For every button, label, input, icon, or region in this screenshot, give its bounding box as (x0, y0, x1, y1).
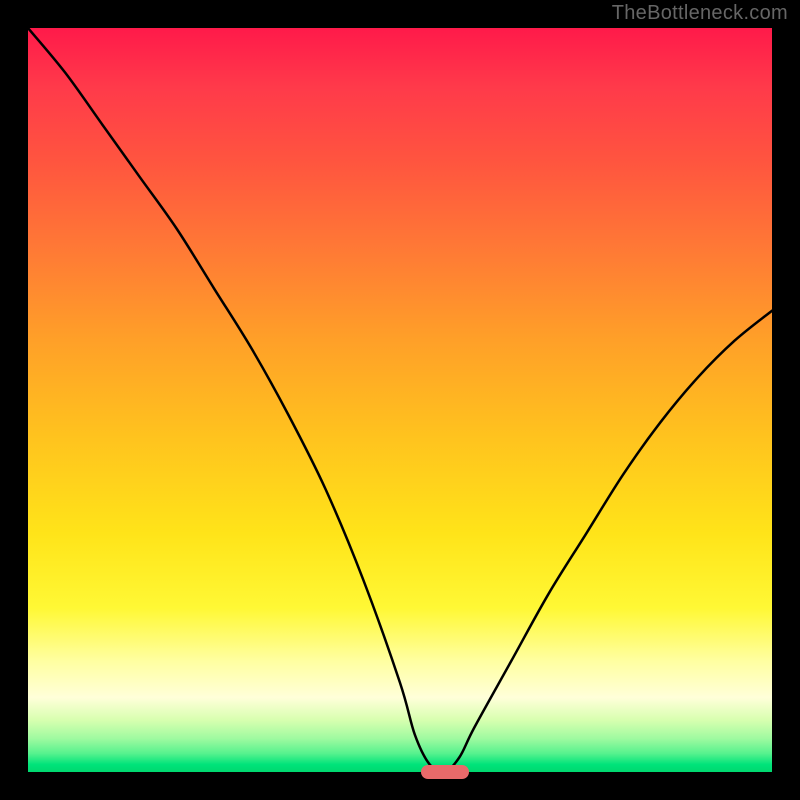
plot-area (28, 28, 772, 772)
optimal-marker (421, 765, 469, 779)
watermark-text: TheBottleneck.com (612, 2, 788, 25)
bottleneck-curve (28, 28, 772, 772)
chart-frame: TheBottleneck.com (0, 0, 800, 800)
